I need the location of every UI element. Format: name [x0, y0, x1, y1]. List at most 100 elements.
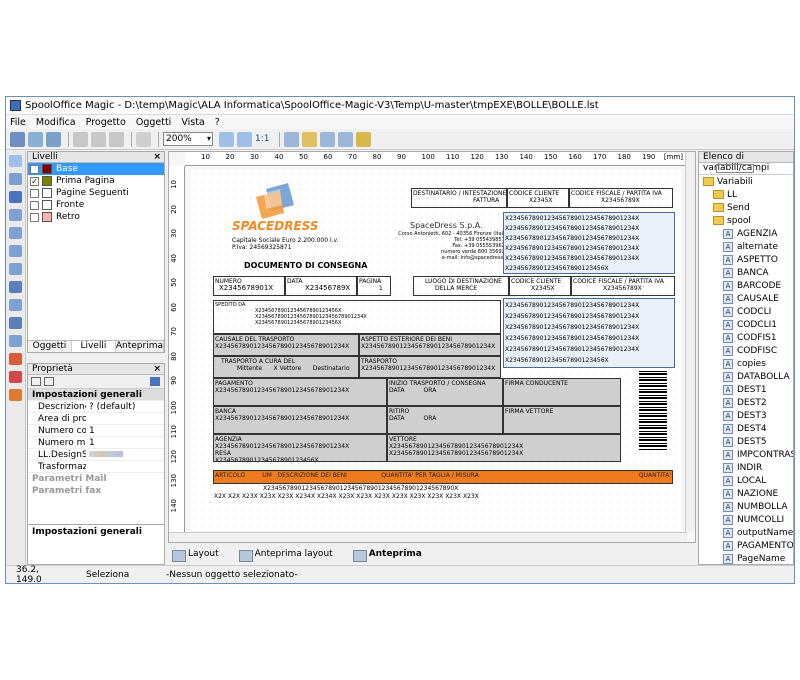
- design-canvas[interactable]: 10 20 30 40 50 60 70 80 90 100 110 120 130 140 150 160 1…: [168, 151, 696, 543]
- tab-oggetti[interactable]: Oggetti: [28, 341, 72, 352]
- fiscal-code-box-2[interactable]: CODICE FISCALE / PARTITA IVA X23456789X: [571, 276, 675, 296]
- client-code-box-2[interactable]: CODICE CLIENTE X2345X: [509, 276, 571, 296]
- menu-help[interactable]: ?: [215, 117, 220, 128]
- variable-item[interactable]: A CAUSALE: [699, 292, 793, 305]
- tab-anteprima-layout[interactable]: Anteprima layout: [235, 549, 333, 562]
- banca-box[interactable]: BANCA X234567890123456789012345678901234X: [213, 406, 387, 434]
- property-row[interactable]: Trasformazio...: [28, 461, 164, 473]
- property-row[interactable]: Numero copie1: [28, 425, 164, 437]
- menu-vista[interactable]: Vista: [181, 117, 204, 128]
- fiscal-code-box[interactable]: CODICE FISCALE / PARTITA IVA X23456789X: [569, 188, 673, 208]
- level-item[interactable]: ✓ Base: [28, 163, 164, 175]
- variable-item[interactable]: A ASPETTO: [699, 253, 793, 266]
- grid-icon[interactable]: [284, 131, 300, 147]
- variable-item[interactable]: A CODFIS1: [699, 331, 793, 344]
- menu-file[interactable]: File: [10, 117, 26, 128]
- zoom-out-icon[interactable]: [237, 131, 252, 147]
- zoom-1-1-button[interactable]: 1:1: [255, 134, 269, 144]
- save-icon[interactable]: [10, 131, 25, 147]
- firma-vettore-box[interactable]: FIRMA VETTORE: [503, 406, 621, 434]
- firma-conducente-box[interactable]: FIRMA CONDUCENTE: [503, 378, 621, 406]
- layer-icon[interactable]: [320, 131, 336, 147]
- property-row[interactable]: Descrizione p...? (default): [28, 401, 164, 413]
- vertical-scrollbar[interactable]: [685, 152, 695, 532]
- destination-address-block[interactable]: X234567890123456789012345678901234X X2345…: [503, 298, 675, 368]
- tab-anteprima-canvas[interactable]: Anteprima: [349, 549, 422, 562]
- trasporto-box[interactable]: TRASPORTO X234567890123456789012345678901…: [359, 356, 501, 378]
- shipper-box[interactable]: SPEDITO DA X2345678901234567890123456X X2…: [213, 300, 501, 334]
- info-icon[interactable]: [150, 377, 160, 386]
- variable-item[interactable]: A CODCLI: [699, 305, 793, 318]
- variable-item[interactable]: A DEST2: [699, 396, 793, 409]
- variables-root[interactable]: Variabili: [699, 175, 793, 188]
- variable-item[interactable]: A PageName: [699, 552, 793, 564]
- level-item[interactable]: Retro: [28, 211, 164, 223]
- client-code-box[interactable]: CODICE CLIENTE X2345X: [507, 188, 569, 208]
- sort-icon[interactable]: [31, 377, 41, 386]
- variable-item[interactable]: A BANCA: [699, 266, 793, 279]
- zoom-in-icon[interactable]: [219, 131, 234, 147]
- variable-item[interactable]: Aalternate: [699, 240, 793, 253]
- tab-livelli[interactable]: Livelli: [71, 341, 116, 352]
- paste-icon[interactable]: [109, 131, 124, 147]
- ritiro-box[interactable]: RITIRO DATA ORA: [387, 406, 503, 434]
- table-tool-icon[interactable]: [9, 299, 22, 311]
- document-page[interactable]: SPACEDRESS Capitale Sociale Euro 2.200.0…: [191, 170, 681, 530]
- chart-tool-icon[interactable]: [9, 317, 22, 329]
- causale-box[interactable]: CAUSALE DEL TRASPORTO X234567890123456789…: [213, 334, 359, 356]
- rectangle-tool-icon[interactable]: [9, 227, 22, 239]
- vettore-box[interactable]: VETTORE X23456789012345678901234567890123…: [387, 434, 621, 462]
- variable-item[interactable]: A NUMBOLLA: [699, 500, 793, 513]
- property-row[interactable]: Numero mini...1: [28, 437, 164, 449]
- variable-item[interactable]: A CODCLI1: [699, 318, 793, 331]
- property-group-mail[interactable]: Parametri Mail: [28, 473, 164, 485]
- copy-icon[interactable]: [91, 131, 106, 147]
- menu-oggetti[interactable]: Oggetti: [136, 117, 171, 128]
- barcode-tool-icon[interactable]: [9, 281, 22, 293]
- variable-item[interactable]: A CODFISC: [699, 344, 793, 357]
- folder-icon[interactable]: [302, 131, 318, 147]
- inizio-trasporto-box[interactable]: INIZIO TRASPORTO / CONSEGNA DATA ORA: [387, 378, 503, 406]
- variable-item[interactable]: AoutputName: [699, 526, 793, 539]
- variable-item[interactable]: A BARCODE: [699, 279, 793, 292]
- variable-item[interactable]: A PAGAMENTO: [699, 539, 793, 552]
- align-icon[interactable]: [338, 131, 354, 147]
- property-row[interactable]: LL.DesignSch...: [28, 449, 164, 461]
- undo-icon[interactable]: [136, 131, 151, 147]
- line-tool-icon[interactable]: [9, 209, 22, 221]
- property-group-fax[interactable]: Parametri fax: [28, 485, 164, 497]
- menu-progetto[interactable]: Progetto: [86, 117, 126, 128]
- tab-layout[interactable]: Layout: [168, 549, 219, 562]
- variable-item[interactable]: A DATABOLLA: [699, 370, 793, 383]
- variable-folder[interactable]: Send: [699, 201, 793, 214]
- html-tool-icon[interactable]: [9, 371, 22, 383]
- menu-modifica[interactable]: Modifica: [36, 117, 76, 128]
- close-icon[interactable]: ×: [153, 152, 161, 163]
- text-tool-icon[interactable]: [9, 191, 22, 203]
- print-preview-icon[interactable]: [46, 131, 61, 147]
- print-icon[interactable]: [28, 131, 43, 147]
- variable-item[interactable]: A DEST3: [699, 409, 793, 422]
- level-item[interactable]: ✓ Prima Pagina: [28, 175, 164, 187]
- dest-header[interactable]: DESTINATARIO / INTESTAZIONE FATTURA: [411, 188, 507, 208]
- barcode-image[interactable]: [639, 370, 667, 450]
- pdf-tool-icon[interactable]: [9, 353, 22, 365]
- items-table-header[interactable]: ARTICOLO UM DESCRIZIONE DEI BENI QUANTIT…: [213, 470, 673, 484]
- variable-item[interactable]: A AGENZIA: [699, 227, 793, 240]
- page-box[interactable]: PAGINA 1: [357, 276, 391, 296]
- variable-item[interactable]: A NAZIONE: [699, 487, 793, 500]
- variables-icon[interactable]: [356, 131, 372, 147]
- variable-item[interactable]: A NUMCOLLI: [699, 513, 793, 526]
- zoom-select[interactable]: 200%: [163, 132, 213, 146]
- aspetto-box[interactable]: ASPETTO ESTERIORE DEI BENI X2345678901234…: [359, 334, 501, 356]
- pagamento-box[interactable]: PAGAMENTO X234567890123456789012345678901…: [213, 378, 387, 406]
- variable-item[interactable]: A LOCAL: [699, 474, 793, 487]
- variable-folder[interactable]: spool: [699, 214, 793, 227]
- level-item[interactable]: Pagine Seguenti: [28, 187, 164, 199]
- level-item[interactable]: Fronte: [28, 199, 164, 211]
- recipient-block[interactable]: X234567890123456789012345678901234X X2345…: [503, 212, 675, 274]
- variables-search[interactable]: [716, 164, 754, 173]
- select-tool-icon[interactable]: [9, 155, 22, 167]
- date-box[interactable]: DATA X23456789X: [285, 276, 357, 296]
- variable-item[interactable]: A INDIR: [699, 461, 793, 474]
